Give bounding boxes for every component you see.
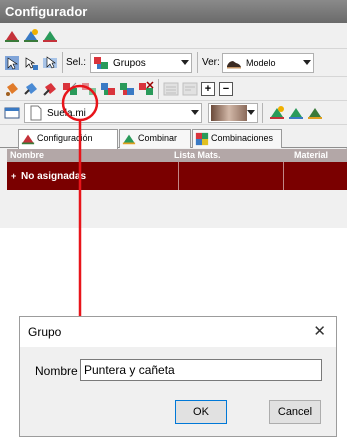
hat-icon[interactable] xyxy=(4,28,20,44)
hat-remove-icon[interactable] xyxy=(288,105,304,121)
ver-combo[interactable]: Modelo xyxy=(222,53,314,73)
groups-icon xyxy=(93,55,109,71)
group-split-icon[interactable] xyxy=(119,81,135,97)
list-edit-disabled-icon[interactable] xyxy=(182,81,198,97)
name-label: Nombre xyxy=(35,364,78,378)
toolbar-separator xyxy=(262,103,263,123)
group-assign-icon[interactable] xyxy=(62,81,78,97)
file-combo[interactable]: Suela.mi xyxy=(24,103,202,123)
color-grid-icon xyxy=(195,132,209,146)
move-icon[interactable] xyxy=(23,55,39,71)
tab-combinar[interactable]: Combinar xyxy=(119,129,191,148)
panel-title: Configurador xyxy=(0,0,347,23)
tab-label: Combinaciones xyxy=(211,133,274,143)
cell-lista-mats xyxy=(179,162,284,190)
column-header-nombre[interactable]: Nombre xyxy=(10,150,44,160)
collapse-all-button[interactable]: − xyxy=(219,82,233,96)
material-swatch xyxy=(211,105,247,121)
pointer-select-icon[interactable] xyxy=(42,55,58,71)
group-copy-icon[interactable] xyxy=(81,81,97,97)
chevron-down-icon xyxy=(303,60,311,65)
tab-strip: Configuración Combinar Combinaciones xyxy=(0,125,347,149)
tab-label: Combinar xyxy=(138,133,178,143)
column-header-lista-mats[interactable]: Lista Mats. xyxy=(174,150,221,160)
shoe-icon xyxy=(226,55,242,71)
toolbar-row-2: Sel.: Grupos Ver: Modelo xyxy=(0,49,347,77)
ok-button[interactable]: OK xyxy=(175,400,227,424)
hat-icon xyxy=(21,132,35,146)
cell-nombre: + No asignadas xyxy=(7,162,179,190)
chevron-down-icon xyxy=(247,110,255,115)
cell-material xyxy=(284,162,347,190)
name-field[interactable]: Puntera y cañeta xyxy=(80,359,322,381)
group-merge-icon[interactable] xyxy=(100,81,116,97)
toolbar-row-3: + − xyxy=(0,77,347,101)
ver-label: Ver: xyxy=(202,57,220,68)
toolbar-separator xyxy=(158,79,159,99)
material-apply-icon[interactable] xyxy=(23,81,39,97)
list-disabled-icon[interactable] xyxy=(163,81,179,97)
tab-combinaciones[interactable]: Combinaciones xyxy=(192,129,282,148)
sel-combo-value: Grupos xyxy=(113,58,146,69)
grid-header: Nombre Lista Mats. Material xyxy=(7,149,347,162)
list-view-icon[interactable] xyxy=(4,105,20,121)
configurador-panel: Configurador Sel.: Grupos Ver: Modelo + … xyxy=(0,0,347,228)
sel-combo[interactable]: Grupos xyxy=(90,53,192,73)
combine-icon xyxy=(122,132,136,146)
cancel-button[interactable]: Cancel xyxy=(269,400,321,424)
select-arrow-icon[interactable] xyxy=(4,55,20,71)
column-header-material[interactable]: Material xyxy=(294,150,328,160)
toolbar-separator xyxy=(62,52,63,73)
group-delete-icon[interactable] xyxy=(138,81,154,97)
material-pick-icon[interactable] xyxy=(42,81,58,97)
ver-combo-value: Modelo xyxy=(246,58,276,68)
dialog-titlebar: Grupo ✕ xyxy=(20,317,336,347)
tab-configuracion[interactable]: Configuración xyxy=(18,129,118,149)
tab-label: Configuración xyxy=(37,133,93,143)
chevron-down-icon xyxy=(181,60,189,65)
grid-empty-area xyxy=(7,190,347,228)
toolbar-separator xyxy=(197,52,198,73)
hat-add-icon[interactable] xyxy=(23,28,39,44)
expand-all-button[interactable]: + xyxy=(201,82,215,96)
hat-edit-icon[interactable] xyxy=(42,28,58,44)
expand-toggle[interactable]: + xyxy=(11,171,16,181)
document-icon xyxy=(28,105,44,121)
chevron-down-icon xyxy=(191,110,199,115)
row-nombre: No asignadas xyxy=(21,171,87,182)
material-bucket-icon[interactable] xyxy=(4,81,20,97)
material-preview-combo[interactable] xyxy=(208,103,258,123)
close-icon[interactable]: ✕ xyxy=(313,322,326,340)
hat-config-icon[interactable] xyxy=(307,105,323,121)
toolbar-row-1 xyxy=(0,23,347,49)
toolbar-row-4: Suela.mi xyxy=(0,101,347,125)
table-row[interactable]: + No asignadas xyxy=(7,162,347,190)
hat-add-icon[interactable] xyxy=(269,105,285,121)
file-combo-value: Suela.mi xyxy=(47,108,86,119)
groups-grid: Nombre Lista Mats. Material + No asignad… xyxy=(7,149,347,228)
sel-label: Sel.: xyxy=(66,57,87,68)
grupo-dialog: Grupo ✕ Nombre Puntera y cañeta OK Cance… xyxy=(19,316,337,437)
dialog-title: Grupo xyxy=(28,325,62,339)
